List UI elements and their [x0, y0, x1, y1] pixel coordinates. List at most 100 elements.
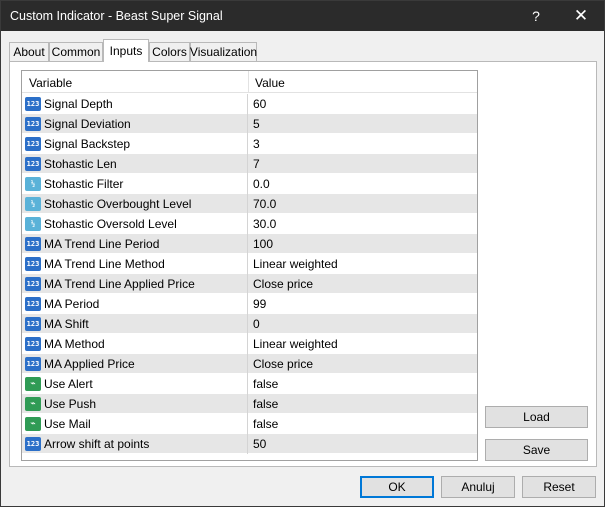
value-cell[interactable]: Linear weighted — [253, 337, 338, 351]
ok-button[interactable]: OK — [360, 476, 434, 498]
close-icon: ✕ — [573, 6, 589, 25]
variable-name: MA Trend Line Applied Price — [44, 277, 195, 291]
variable-name: Signal Deviation — [44, 117, 131, 131]
table-row[interactable]: 123 MA Trend Line Period 100 — [22, 234, 477, 254]
table-row[interactable]: 123 Signal Depth 60 — [22, 94, 477, 114]
variable-name: MA Applied Price — [44, 357, 135, 371]
help-button[interactable]: ? — [513, 1, 559, 31]
variable-name: MA Method — [44, 337, 105, 351]
value-cell[interactable]: 50 — [253, 437, 266, 451]
dialog-window: Custom Indicator - Beast Super Signal ? … — [0, 0, 605, 507]
table-row[interactable]: 123 Arrow shift at points 50 — [22, 434, 477, 454]
value-cell[interactable]: 60 — [253, 97, 266, 111]
double-type-icon: ½ — [25, 197, 41, 211]
variable-name: Stohastic Filter — [44, 177, 124, 191]
variable-name: MA Shift — [44, 317, 89, 331]
cancel-button[interactable]: Anuluj — [441, 476, 515, 498]
value-cell[interactable]: 3 — [253, 137, 260, 151]
table-row[interactable]: 123 Signal Backstep 3 — [22, 134, 477, 154]
tab-common[interactable]: Common — [49, 42, 103, 61]
int-type-icon: 123 — [25, 257, 41, 271]
variable-name: MA Trend Line Method — [44, 257, 165, 271]
inputs-panel: Variable Value 123 Signal Depth 60 123 Signa… — [9, 61, 597, 467]
variable-cell: 123 MA Method — [22, 334, 248, 354]
variable-cell: 123 MA Trend Line Applied Price — [22, 274, 248, 294]
bool-type-icon: ⌁ — [25, 377, 41, 391]
variable-cell: ½ Stohastic Filter — [22, 174, 248, 194]
int-type-icon: 123 — [25, 317, 41, 331]
tab-inputs[interactable]: Inputs — [103, 39, 149, 62]
variable-name: Stohastic Overbought Level — [44, 197, 192, 211]
grid-rows: 123 Signal Depth 60 123 Signal Deviation 5 123… — [22, 94, 477, 454]
load-button[interactable]: Load — [485, 406, 588, 428]
table-row[interactable]: 123 Stohastic Len 7 — [22, 154, 477, 174]
value-cell[interactable]: 7 — [253, 157, 260, 171]
tab-visualization[interactable]: Visualization — [190, 42, 257, 61]
value-cell[interactable]: 0 — [253, 317, 260, 331]
variable-cell: 123 Signal Deviation — [22, 114, 248, 134]
variable-cell: 123 Signal Backstep — [22, 134, 248, 154]
variable-name: Use Alert — [44, 377, 93, 391]
int-type-icon: 123 — [25, 357, 41, 371]
window-title: Custom Indicator - Beast Super Signal — [10, 9, 223, 23]
table-row[interactable]: ⌁ Use Push false — [22, 394, 477, 414]
variable-cell: 123 MA Shift — [22, 314, 248, 334]
table-row[interactable]: 123 MA Applied Price Close price — [22, 354, 477, 374]
table-row[interactable]: 123 MA Trend Line Method Linear weighted — [22, 254, 477, 274]
table-row[interactable]: ⌁ Use Alert false — [22, 374, 477, 394]
column-divider[interactable] — [248, 71, 249, 93]
help-icon: ? — [532, 8, 540, 24]
table-row[interactable]: 123 Signal Deviation 5 — [22, 114, 477, 134]
title-bar: Custom Indicator - Beast Super Signal ? … — [1, 1, 604, 31]
variable-name: Use Push — [44, 397, 97, 411]
variable-cell: ⌁ Use Push — [22, 394, 248, 414]
int-type-icon: 123 — [25, 297, 41, 311]
value-cell[interactable]: 0.0 — [253, 177, 270, 191]
value-cell[interactable]: 5 — [253, 117, 260, 131]
value-cell[interactable]: false — [253, 377, 278, 391]
variable-cell: 123 Stohastic Len — [22, 154, 248, 174]
double-type-icon: ½ — [25, 177, 41, 191]
value-cell[interactable]: 70.0 — [253, 197, 276, 211]
value-column-header[interactable]: Value — [255, 76, 285, 90]
value-cell[interactable]: false — [253, 417, 278, 431]
tab-colors[interactable]: Colors — [149, 42, 190, 61]
reset-button[interactable]: Reset — [522, 476, 596, 498]
value-cell[interactable]: Close price — [253, 277, 313, 291]
table-row[interactable]: ½ Stohastic Overbought Level 70.0 — [22, 194, 477, 214]
table-row[interactable]: 123 MA Trend Line Applied Price Close pric… — [22, 274, 477, 294]
variable-cell: ½ Stohastic Overbought Level — [22, 194, 248, 214]
save-button[interactable]: Save — [485, 439, 588, 461]
variable-name: Signal Backstep — [44, 137, 131, 151]
bool-type-icon: ⌁ — [25, 397, 41, 411]
value-cell[interactable]: 30.0 — [253, 217, 276, 231]
variable-cell: ⌁ Use Mail — [22, 414, 248, 434]
variable-column-header[interactable]: Variable — [29, 76, 72, 90]
variable-cell: ⌁ Use Alert — [22, 374, 248, 394]
variable-cell: 123 MA Trend Line Period — [22, 234, 248, 254]
table-row[interactable]: 123 MA Method Linear weighted — [22, 334, 477, 354]
close-button[interactable]: ✕ — [558, 1, 604, 31]
table-row[interactable]: ½ Stohastic Oversold Level 30.0 — [22, 214, 477, 234]
value-cell[interactable]: false — [253, 397, 278, 411]
variable-name: Signal Depth — [44, 97, 113, 111]
grid-header: Variable Value — [22, 71, 477, 93]
table-row[interactable]: 123 MA Shift 0 — [22, 314, 477, 334]
value-cell[interactable]: Linear weighted — [253, 257, 338, 271]
tab-about[interactable]: About — [9, 42, 49, 61]
variable-cell: 123 Signal Depth — [22, 94, 248, 114]
int-type-icon: 123 — [25, 157, 41, 171]
table-row[interactable]: ½ Stohastic Filter 0.0 — [22, 174, 477, 194]
variable-name: Use Mail — [44, 417, 91, 431]
value-cell[interactable]: Close price — [253, 357, 313, 371]
value-cell[interactable]: 100 — [253, 237, 273, 251]
inputs-grid: Variable Value 123 Signal Depth 60 123 Signa… — [21, 70, 478, 461]
value-cell[interactable]: 99 — [253, 297, 266, 311]
variable-name: MA Period — [44, 297, 100, 311]
int-type-icon: 123 — [25, 437, 41, 451]
table-row[interactable]: 123 MA Period 99 — [22, 294, 477, 314]
double-type-icon: ½ — [25, 217, 41, 231]
variable-cell: 123 MA Period — [22, 294, 248, 314]
table-row[interactable]: ⌁ Use Mail false — [22, 414, 477, 434]
int-type-icon: 123 — [25, 117, 41, 131]
